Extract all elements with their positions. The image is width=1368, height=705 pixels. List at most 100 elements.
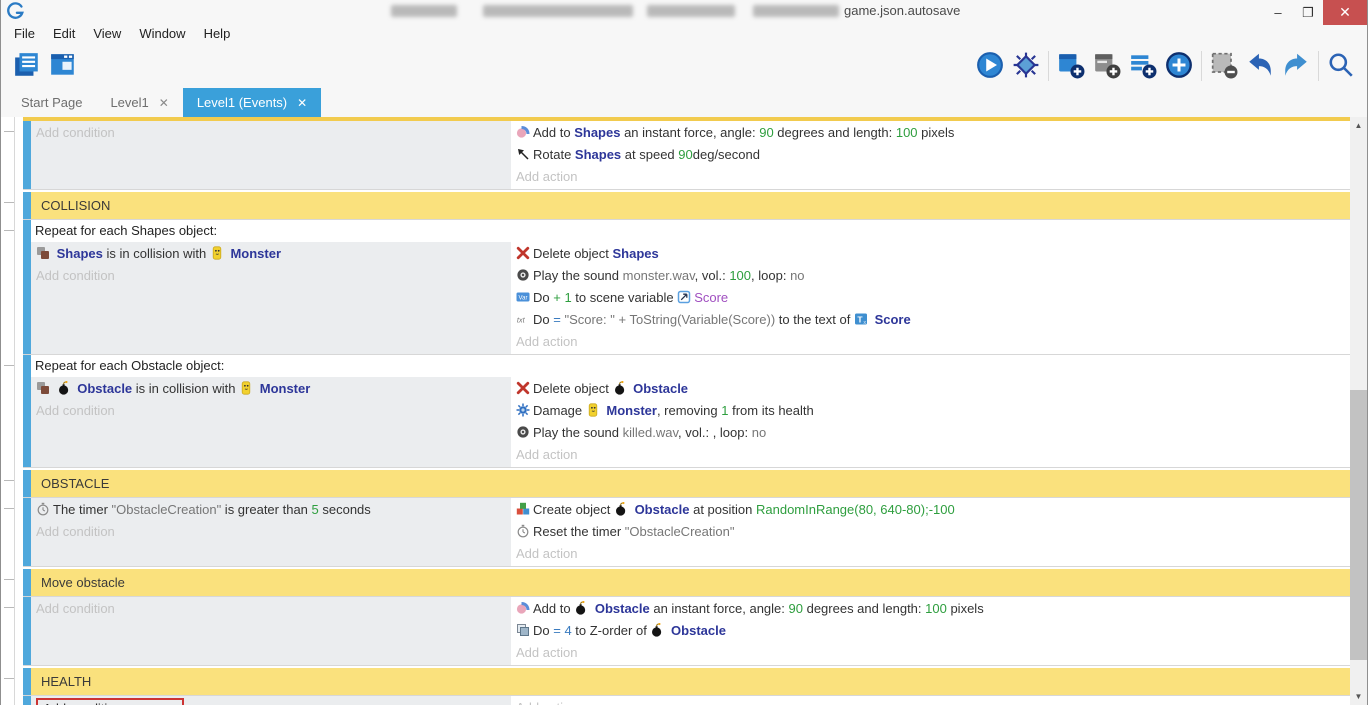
redacted-title-text bbox=[391, 5, 457, 17]
condition-row[interactable]: Shapes is in collision with Monster bbox=[31, 243, 511, 265]
conditions-column: Add condition bbox=[31, 597, 511, 665]
monster-icon bbox=[586, 403, 600, 417]
text-segment: Shapes bbox=[574, 125, 620, 140]
menu-item-edit[interactable]: Edit bbox=[44, 24, 84, 43]
text-segment: from its health bbox=[728, 403, 813, 418]
redo-button[interactable] bbox=[1278, 49, 1314, 83]
event-block: Add conditionAdd to Obstacle an instant … bbox=[23, 597, 1350, 666]
add-action-button[interactable]: Add action bbox=[511, 543, 1350, 565]
minimize-button[interactable]: – bbox=[1263, 0, 1293, 25]
add-sub-event-button[interactable] bbox=[1089, 49, 1125, 83]
action-row[interactable]: Create object Obstacle at position Rando… bbox=[511, 499, 1350, 521]
actions-column: Delete object ShapesPlay the sound monst… bbox=[511, 242, 1350, 354]
action-row[interactable]: Add to Shapes an instant force, angle: 9… bbox=[511, 122, 1350, 144]
tab-level1[interactable]: Level1✕ bbox=[96, 88, 182, 117]
add-event-button[interactable] bbox=[1053, 49, 1089, 83]
scene-editor-button[interactable] bbox=[45, 49, 81, 83]
action-row[interactable]: Do = 4 to Z-order of Obstacle bbox=[511, 620, 1350, 642]
action-row[interactable]: Play the sound monster.wav, vol.: 100, l… bbox=[511, 265, 1350, 287]
monster-icon bbox=[210, 246, 224, 260]
add-action-button[interactable]: Add action bbox=[511, 642, 1350, 664]
add-condition-button[interactable]: Add condition bbox=[31, 122, 511, 144]
text-segment: Add to bbox=[533, 601, 574, 616]
restore-button[interactable]: ❐ bbox=[1293, 0, 1323, 25]
action-row[interactable]: VarDo + 1 to scene variable Score bbox=[511, 287, 1350, 309]
add-condition-button[interactable]: Add condition bbox=[31, 598, 511, 620]
repeat-for-each-label[interactable]: Repeat for each Shapes object: bbox=[31, 220, 1350, 242]
text-segment: Delete object bbox=[533, 246, 613, 261]
add-action-button[interactable]: Add action bbox=[511, 444, 1350, 466]
text-segment: Monster bbox=[230, 246, 281, 261]
add-action-button[interactable]: Add action bbox=[511, 166, 1350, 188]
timer-icon bbox=[36, 502, 50, 516]
actions-column: Add to Shapes an instant force, angle: 9… bbox=[511, 121, 1350, 189]
menu-item-help[interactable]: Help bbox=[195, 24, 240, 43]
remove-event-button[interactable] bbox=[1206, 49, 1242, 83]
add-condition-button[interactable]: Add condition bbox=[36, 698, 184, 705]
tab-close-icon[interactable]: ✕ bbox=[297, 96, 307, 110]
action-row[interactable]: Delete object Shapes bbox=[511, 243, 1350, 265]
action-row[interactable]: txtDo = "Score: " + ToString(Variable(Sc… bbox=[511, 309, 1350, 331]
text-segment: to the text of bbox=[775, 312, 854, 327]
scroll-up-arrow-icon[interactable]: ▲ bbox=[1350, 117, 1367, 134]
condition-row[interactable]: Obstacle is in collision with Monster bbox=[31, 378, 511, 400]
text-segment: , vol.: , loop: bbox=[678, 425, 752, 440]
scroll-down-arrow-icon[interactable]: ▼ bbox=[1350, 688, 1367, 705]
event-block: The timer "ObstacleCreation" is greater … bbox=[23, 498, 1350, 567]
group-header-collision[interactable]: COLLISION bbox=[31, 192, 1350, 219]
tab-label: Level1 (Events) bbox=[197, 95, 287, 110]
add-comment-button[interactable] bbox=[1125, 49, 1161, 83]
force-icon bbox=[516, 601, 530, 615]
action-row[interactable]: Play the sound killed.wav, vol.: , loop:… bbox=[511, 422, 1350, 444]
tree-tick bbox=[4, 230, 14, 231]
actions-column: Add action bbox=[511, 696, 1350, 705]
debug-icon bbox=[1012, 51, 1040, 82]
add-condition-button[interactable]: Add condition bbox=[31, 400, 511, 422]
event-selection-bar bbox=[23, 597, 31, 665]
z-order-icon bbox=[516, 623, 530, 637]
debug-button[interactable] bbox=[1008, 49, 1044, 83]
text-segment: Do bbox=[533, 312, 553, 327]
action-row[interactable]: Damage Monster, removing 1 from its heal… bbox=[511, 400, 1350, 422]
play-button[interactable] bbox=[972, 49, 1008, 83]
tab-start-page[interactable]: Start Page bbox=[7, 88, 96, 117]
add-action-button[interactable]: Add action bbox=[511, 697, 1350, 705]
action-row[interactable]: Add to Obstacle an instant force, angle:… bbox=[511, 598, 1350, 620]
close-button[interactable]: ✕ bbox=[1323, 0, 1367, 25]
repeat-for-each-label[interactable]: Repeat for each Obstacle object: bbox=[31, 355, 1350, 377]
menu-item-file[interactable]: File bbox=[5, 24, 44, 43]
tab-label: Start Page bbox=[21, 95, 82, 110]
action-row[interactable]: Reset the timer "ObstacleCreation" bbox=[511, 521, 1350, 543]
text-segment: degrees and length: bbox=[803, 601, 925, 616]
text-segment: , loop: bbox=[751, 268, 790, 283]
menu-item-window[interactable]: Window bbox=[130, 24, 194, 43]
text-segment: Obstacle bbox=[671, 623, 726, 638]
condition-row[interactable]: The timer "ObstacleCreation" is greater … bbox=[31, 499, 511, 521]
tree-tick bbox=[4, 678, 14, 679]
event-group: COLLISION bbox=[23, 192, 1350, 220]
search-button[interactable] bbox=[1323, 49, 1359, 83]
text-segment: Damage bbox=[533, 403, 586, 418]
add-condition-button[interactable]: Add condition bbox=[31, 265, 511, 287]
obstacle-icon bbox=[614, 502, 628, 516]
add-circle-button[interactable] bbox=[1161, 49, 1197, 83]
add-condition-button[interactable]: Add condition bbox=[31, 521, 511, 543]
group-header-health[interactable]: HEALTH bbox=[31, 668, 1350, 695]
group-header-obstacle[interactable]: OBSTACLE bbox=[31, 470, 1350, 497]
redo-icon bbox=[1282, 51, 1310, 82]
text-segment: Obstacle bbox=[633, 381, 688, 396]
add-action-button[interactable]: Add action bbox=[511, 331, 1350, 353]
scrollbar-thumb[interactable] bbox=[1350, 390, 1367, 660]
group-header-move-obstacle[interactable]: Move obstacle bbox=[31, 569, 1350, 596]
tab-level1-events-[interactable]: Level1 (Events) ✕ bbox=[183, 88, 321, 117]
tab-close-icon[interactable]: ✕ bbox=[159, 96, 169, 110]
menu-item-view[interactable]: View bbox=[84, 24, 130, 43]
undo-button[interactable] bbox=[1242, 49, 1278, 83]
project-manager-button[interactable] bbox=[9, 49, 45, 83]
tree-tick bbox=[4, 131, 14, 132]
add-comment-icon bbox=[1129, 51, 1157, 82]
collision-icon bbox=[36, 246, 50, 260]
action-row[interactable]: Rotate Shapes at speed 90deg/second bbox=[511, 144, 1350, 166]
vertical-scrollbar[interactable]: ▲ ▼ bbox=[1350, 117, 1367, 705]
action-row[interactable]: Delete object Obstacle bbox=[511, 378, 1350, 400]
